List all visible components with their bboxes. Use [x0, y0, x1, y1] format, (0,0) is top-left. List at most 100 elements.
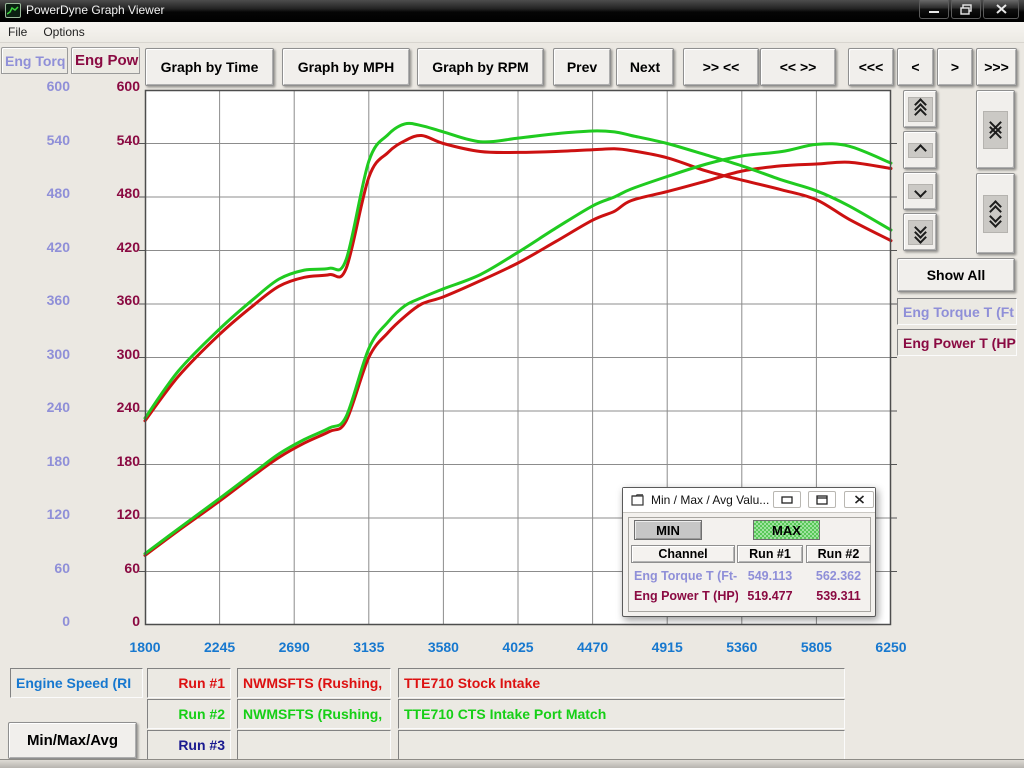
toolbar-button-label: Prev: [567, 59, 597, 75]
chevrons-up-triple-icon: [908, 97, 933, 122]
y-zoom-in-button[interactable]: [976, 90, 1015, 169]
torque-axis-tick: 360: [0, 292, 70, 308]
max-toggle-button[interactable]: MAX: [753, 520, 820, 540]
menu-options[interactable]: Options: [35, 23, 92, 41]
power-axis-tick: 240: [64, 399, 140, 415]
torque-axis-tick: 120: [0, 506, 70, 522]
chevrons-collapse-icon: [983, 111, 1008, 149]
run-source-text: NWMSFTS (Rushing,: [243, 706, 382, 722]
run-description-text: TTE710 Stock Intake: [404, 675, 540, 691]
y-scroll-bottom-button[interactable]: [903, 213, 937, 251]
chevron-up: [914, 144, 927, 157]
toolbar-button-label: >>>: [984, 59, 1009, 75]
x-channel-label: Engine Speed (RI: [16, 675, 131, 691]
graph-by-rpm-button[interactable]: Graph by RPM: [417, 48, 544, 86]
run-source-field-3[interactable]: [237, 730, 391, 760]
power-axis-tick: 420: [64, 239, 140, 255]
minmax-avg-button[interactable]: Min/Max/Avg: [8, 722, 137, 759]
torque-axis-tick: 540: [0, 132, 70, 148]
run-label-text: Run #3: [178, 737, 225, 753]
scroll-left-fast-button[interactable]: <<<: [848, 48, 894, 86]
y-scroll-top-button[interactable]: [903, 90, 937, 128]
chevron-down-icon: [908, 184, 933, 199]
dialog-close-button[interactable]: [844, 491, 874, 508]
min-toggle-label: MIN: [656, 523, 680, 538]
dialog-maximize-button[interactable]: [808, 491, 836, 508]
tab-eng-torque-label: Eng Torq: [5, 53, 65, 69]
minmax-row-run2-value: 562.362: [806, 569, 871, 583]
chevrons-down-triple-icon: [908, 220, 933, 245]
minmax-column-run2[interactable]: Run #2: [806, 545, 871, 563]
channel-field-power[interactable]: Eng Power T (HP: [897, 329, 1017, 356]
scroll-right-fast-button[interactable]: >>>: [976, 48, 1017, 86]
run-source-text: NWMSFTS (Rushing,: [243, 675, 382, 691]
window-bottom-edge: [0, 759, 1024, 768]
chevron-up-icon: [908, 143, 933, 158]
torque-axis-tick: 300: [0, 346, 70, 362]
rpm-axis-tick: 2245: [185, 639, 255, 655]
y-scroll-up-button[interactable]: [903, 131, 937, 169]
toolbar-button-label: Graph by Time: [161, 59, 259, 75]
graph-by-mph-button[interactable]: Graph by MPH: [282, 48, 410, 86]
minmax-column-channel-label: Channel: [658, 547, 707, 561]
y-zoom-out-button[interactable]: [976, 173, 1015, 254]
menu-file[interactable]: File: [0, 23, 35, 41]
toolbar-button-label: <: [911, 59, 919, 75]
graph-by-time-button[interactable]: Graph by Time: [145, 48, 274, 86]
minmax-row-channel: Eng Torque T (Ft-: [634, 569, 738, 583]
power-axis-tick: 0: [64, 613, 140, 629]
menu-bar: File Options: [0, 22, 1024, 43]
run-description-field-3[interactable]: [398, 730, 845, 760]
minmax-row-channel: Eng Power T (HP): [634, 589, 738, 603]
channel-field-torque[interactable]: Eng Torque T (Ft: [897, 298, 1017, 325]
minmax-dialog-titlebar[interactable]: Min / Max / Avg Valu...: [623, 488, 875, 513]
power-axis-tick: 480: [64, 185, 140, 201]
toolbar-button-label: >> <<: [703, 59, 740, 75]
minimize-button[interactable]: [919, 0, 949, 19]
minmax-row-run2-value: 539.311: [806, 589, 871, 603]
y-scroll-down-button[interactable]: [903, 172, 937, 210]
app-icon: [5, 3, 21, 18]
minmax-column-run1[interactable]: Run #1: [737, 545, 803, 563]
x-channel-field[interactable]: Engine Speed (RI: [10, 668, 143, 698]
rpm-axis-tick: 5805: [781, 639, 851, 655]
power-axis-tick: 300: [64, 346, 140, 362]
power-axis-tick: 600: [64, 78, 140, 94]
run-label-2: Run #2: [147, 699, 231, 729]
run-description-field-2[interactable]: TTE710 CTS Intake Port Match: [398, 699, 845, 729]
toolbar-button-label: Next: [630, 59, 660, 75]
show-all-button[interactable]: Show All: [897, 258, 1015, 292]
close-button[interactable]: [983, 0, 1019, 19]
toolbar-button-label: <<<: [859, 59, 884, 75]
power-axis-tick: 360: [64, 292, 140, 308]
rpm-axis-tick: 4915: [632, 639, 702, 655]
prev-button[interactable]: Prev: [553, 48, 611, 86]
next-button[interactable]: Next: [616, 48, 674, 86]
tab-eng-power[interactable]: Eng Powe: [71, 47, 140, 74]
rpm-axis-tick: 3135: [334, 639, 404, 655]
run-source-field-2[interactable]: NWMSFTS (Rushing,: [237, 699, 391, 729]
run-source-field-1[interactable]: NWMSFTS (Rushing,: [237, 668, 391, 698]
power-axis-tick: 540: [64, 132, 140, 148]
dialog-minimize-button[interactable]: [773, 491, 801, 508]
expand-x-button[interactable]: << >>: [760, 48, 836, 86]
scroll-right-button[interactable]: >: [937, 48, 973, 86]
torque-axis-tick: 60: [0, 560, 70, 576]
minmax-column-channel[interactable]: Channel: [631, 545, 735, 563]
run-description-text: TTE710 CTS Intake Port Match: [404, 706, 606, 722]
title-bar[interactable]: PowerDyne Graph Viewer: [0, 0, 1024, 22]
run-description-field-1[interactable]: TTE710 Stock Intake: [398, 668, 845, 698]
tab-eng-power-label: Eng Powe: [75, 52, 140, 69]
minmax-dialog: Min / Max / Avg Valu... MIN MAX Channel …: [622, 487, 876, 617]
tab-eng-torque[interactable]: Eng Torq: [1, 47, 68, 74]
minmax-column-run2-label: Run #2: [818, 547, 860, 561]
maximize-button[interactable]: [951, 0, 981, 19]
scroll-left-button[interactable]: <: [897, 48, 934, 86]
min-toggle-button[interactable]: MIN: [634, 520, 702, 540]
torque-axis-tick: 180: [0, 453, 70, 469]
compress-x-button[interactable]: >> <<: [683, 48, 759, 86]
max-toggle-label: MAX: [772, 523, 801, 538]
torque-axis-tick: 600: [0, 78, 70, 94]
run-label-1: Run #1: [147, 668, 231, 698]
torque-axis-tick: 240: [0, 399, 70, 415]
